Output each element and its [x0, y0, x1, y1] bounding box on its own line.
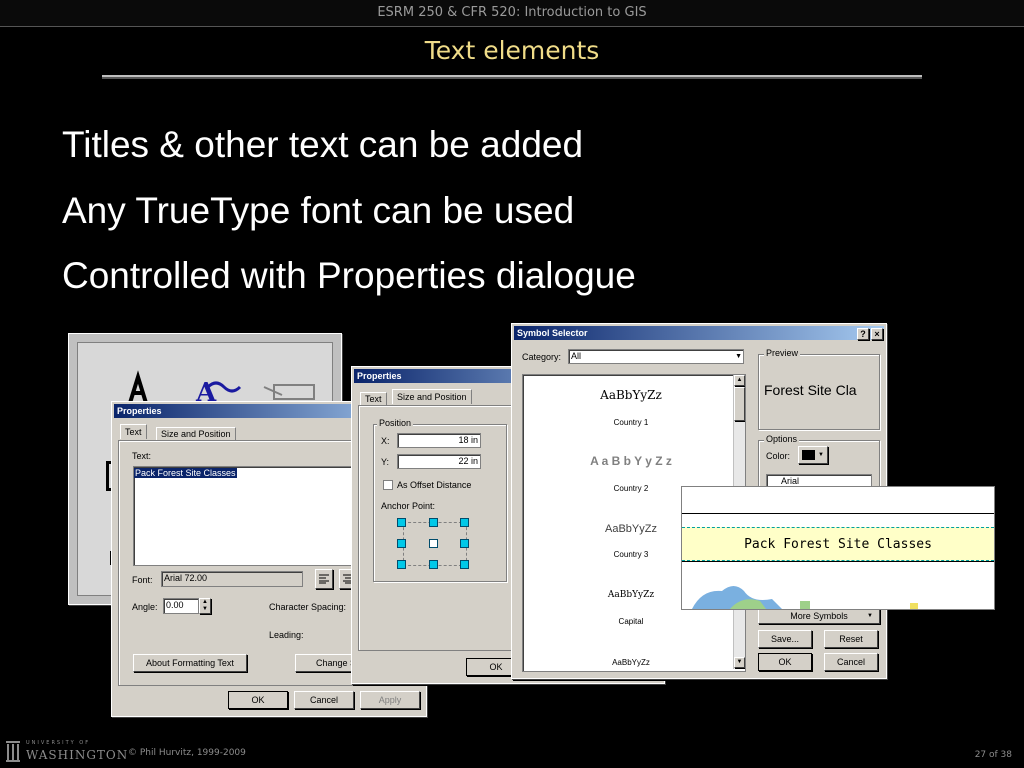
copyright: © Phil Hurvitz, 1999-2009: [128, 748, 246, 758]
symbol-name: Country 1: [613, 418, 649, 427]
help-button[interactable]: ?: [857, 328, 869, 340]
divider: [682, 561, 994, 562]
logo-text-top: UNIVERSITY OF: [26, 740, 91, 746]
options-label: Options: [764, 434, 800, 444]
y-value: 22 in: [458, 456, 478, 466]
university-logo: UNIVERSITY OF WASHINGTON: [4, 740, 127, 764]
tab-size-and-position[interactable]: Size and Position: [392, 389, 472, 404]
scroll-thumb[interactable]: [734, 387, 745, 421]
color-picker-button[interactable]: ▼: [798, 446, 828, 464]
scroll-down-icon[interactable]: ▼: [734, 657, 745, 668]
angle-field[interactable]: 0.00: [163, 598, 199, 614]
tab-text[interactable]: Text: [120, 424, 147, 439]
anchor-point-label: Anchor Point:: [381, 501, 436, 511]
reset-button[interactable]: Reset: [824, 630, 878, 648]
anchor-handle[interactable]: [397, 518, 406, 527]
angle-value: 0.00: [166, 600, 184, 610]
angle-spinner[interactable]: ▲ ▼: [199, 598, 211, 614]
font-value: Arial: [781, 476, 800, 486]
font-label: Font:: [132, 575, 153, 585]
apply-button[interactable]: Apply: [360, 691, 420, 709]
offset-checkbox[interactable]: [383, 480, 393, 490]
character-spacing-label: Character Spacing:: [269, 602, 347, 612]
logo-emblem-icon: [4, 740, 22, 762]
page-number: 27 of 38: [974, 750, 1012, 760]
bullet-text: Controlled with Properties dialogue: [62, 255, 636, 296]
close-button[interactable]: ×: [871, 328, 883, 340]
text-label: Text:: [132, 451, 152, 461]
preview-label: Preview: [764, 348, 801, 358]
y-field[interactable]: 22 in: [397, 454, 481, 469]
leading-label: Leading:: [269, 630, 304, 640]
chevron-down-icon: ▼: [735, 353, 742, 360]
align-left-icon: [319, 574, 329, 584]
x-label: X:: [381, 436, 390, 446]
dialog-titlebar: Symbol Selector: [514, 326, 884, 340]
text-input[interactable]: Pack Forest Site Classes: [133, 466, 375, 566]
tab-size-and-position[interactable]: Size and Position: [156, 427, 236, 440]
banner-text: Pack Forest Site Classes: [744, 537, 932, 552]
y-label: Y:: [381, 457, 390, 467]
title-banner[interactable]: Pack Forest Site Classes: [682, 527, 994, 561]
ok-button[interactable]: OK: [228, 691, 288, 709]
save-button[interactable]: Save...: [758, 630, 812, 648]
anchor-handle[interactable]: [460, 539, 469, 548]
symbol-sample[interactable]: AaBbYyZz: [523, 389, 739, 401]
category-label: Category:: [522, 352, 562, 362]
course-title: ESRM 250 & CFR 520: Introduction to GIS: [377, 5, 647, 20]
chevron-down-icon: ▼: [818, 452, 824, 458]
bullet-text: Titles & other text can be added: [62, 124, 584, 165]
preview-text: Forest Site Cla: [764, 382, 857, 398]
anchor-handle[interactable]: [397, 539, 406, 548]
divider: [682, 513, 994, 514]
bullet-text: Any TrueType font can be used: [62, 190, 575, 231]
title-divider: [102, 75, 922, 77]
cancel-button[interactable]: Cancel: [824, 653, 878, 671]
tab-text[interactable]: Text: [360, 392, 387, 405]
x-field[interactable]: 18 in: [397, 433, 481, 448]
symbol-sample[interactable]: A a B b Y y Z z: [523, 455, 739, 467]
symbol-name: Capital: [618, 617, 644, 626]
offset-label: As Offset Distance: [397, 480, 472, 490]
angle-label: Angle:: [132, 602, 158, 612]
color-label: Color:: [766, 451, 791, 461]
map-preview: Pack Forest Site Classes: [681, 486, 995, 610]
x-value: 18 in: [458, 435, 478, 445]
slide-title: Text elements: [424, 36, 600, 65]
logo-text-bottom: WASHINGTON: [26, 748, 129, 762]
align-left-button[interactable]: [315, 569, 333, 589]
chevron-down-icon: ▼: [867, 613, 873, 619]
anchor-handle[interactable]: [460, 560, 469, 569]
slide-header: ESRM 250 & CFR 520: Introduction to GIS: [0, 0, 1024, 27]
category-value: All: [571, 351, 582, 361]
selected-text: Pack Forest Site Classes: [134, 468, 237, 478]
forest-map-shapes: [692, 586, 918, 609]
ok-button[interactable]: OK: [758, 653, 812, 671]
more-symbols-button[interactable]: More Symbols ▼: [758, 608, 880, 624]
anchor-handle[interactable]: [429, 560, 438, 569]
cancel-button[interactable]: Cancel: [294, 691, 354, 709]
position-group-label: Position: [377, 418, 414, 428]
anchor-handle[interactable]: [429, 518, 438, 527]
font-field[interactable]: Arial 72.00: [161, 571, 303, 587]
font-value: Arial 72.00: [164, 573, 208, 583]
category-dropdown[interactable]: All ▼: [568, 349, 744, 364]
more-symbols-label: More Symbols: [790, 611, 848, 621]
scroll-up-icon[interactable]: ▲: [734, 375, 745, 386]
about-formatting-text-button[interactable]: About Formatting Text: [133, 654, 247, 672]
anchor-handle[interactable]: [460, 518, 469, 527]
anchor-handle[interactable]: [429, 539, 438, 548]
symbol-sample[interactable]: AaBbYyZz: [523, 657, 739, 669]
color-swatch: [802, 450, 815, 460]
anchor-handle[interactable]: [397, 560, 406, 569]
